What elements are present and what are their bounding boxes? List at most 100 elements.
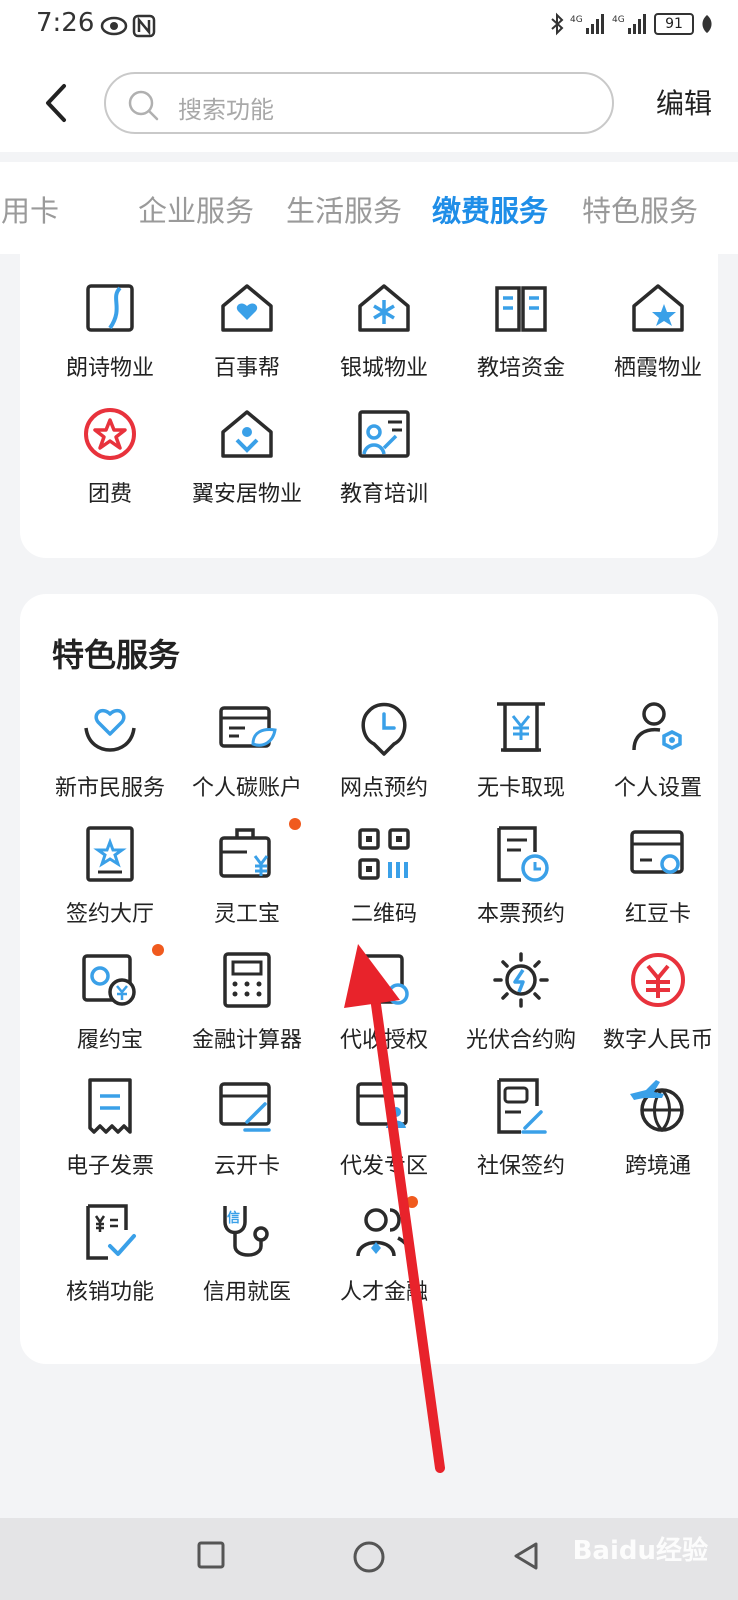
item-label: 代收授权 [339, 1028, 428, 1053]
category-tabs: 信用卡 企业服务 生活服务 缴费服务 特色服务 [0, 162, 738, 254]
service-item-lvyuebao[interactable]: 履约宝 [40, 944, 180, 1076]
tab-life[interactable]: 生活服务 [286, 188, 402, 230]
digital-rmb-icon [631, 953, 685, 1007]
status-right-icons: 4G 4G 91 [550, 12, 714, 36]
heart-house-icon [221, 284, 273, 332]
tab-enterprise[interactable]: 企业服务 [138, 188, 254, 230]
item-label: 社保签约 [476, 1154, 565, 1179]
item-label: 朗诗物业 [65, 356, 154, 381]
notification-dot [152, 944, 164, 956]
tab-credit-card[interactable]: 信用卡 [0, 188, 59, 230]
back-nav-icon[interactable] [510, 1540, 542, 1572]
service-item-carbon[interactable]: 个人碳账户 [177, 698, 317, 824]
service-item-writeoff[interactable]: 核销功能 [40, 1202, 180, 1328]
service-item-yianju[interactable]: 翼安居物业 [177, 404, 317, 530]
status-left-icons [100, 12, 160, 44]
service-item-tuanfei[interactable]: 团费 [40, 404, 180, 530]
search-input[interactable]: 搜索功能 [104, 72, 614, 134]
service-item-social-security[interactable]: 社保签约 [451, 1076, 591, 1202]
item-label: 网点预约 [339, 776, 428, 801]
service-item-new-citizen[interactable]: 新市民服务 [40, 698, 180, 824]
service-item-payroll[interactable]: 代发专区 [314, 1076, 454, 1202]
item-label: 二维码 [350, 902, 417, 927]
item-label: 栖霞物业 [613, 356, 702, 381]
svg-text:4G: 4G [570, 15, 583, 25]
service-item-ecny[interactable]: 数字人民币 [588, 950, 728, 1076]
payment-services-card: 朗诗物业 百事帮 银城物业 教培资金 栖霞物业 团费 翼安居物业 教育培训 [20, 248, 718, 558]
calculator-icon [223, 952, 271, 1008]
item-label: 人才金融 [339, 1280, 428, 1305]
item-label: 电子发票 [65, 1154, 154, 1179]
service-item-solar[interactable]: 光伏合约购 [451, 950, 591, 1076]
status-time: 7:26 [36, 8, 95, 38]
service-item-langshi[interactable]: 朗诗物业 [40, 278, 180, 404]
service-item-e-invoice[interactable]: 电子发票 [40, 1076, 180, 1202]
tab-special[interactable]: 特色服务 [582, 188, 698, 230]
item-label: 信用就医 [202, 1280, 291, 1305]
item-label: 百事帮 [213, 356, 280, 381]
service-item-baishibang[interactable]: 百事帮 [177, 278, 317, 404]
service-item-qrcode[interactable]: 二维码 [314, 824, 454, 950]
item-label: 核销功能 [65, 1280, 154, 1305]
service-item-education[interactable]: 教育培训 [314, 404, 454, 530]
tab-payment[interactable]: 缴费服务 [432, 188, 548, 230]
edit-button[interactable]: 编辑 [656, 82, 712, 122]
battery-indicator: 91 [654, 13, 694, 35]
stethoscope-icon: 信 [223, 1206, 269, 1257]
item-label: 银城物业 [339, 356, 428, 381]
sun-bolt-icon [493, 952, 549, 1008]
snowflake-house-icon [358, 284, 410, 332]
person-house-icon [221, 410, 273, 458]
item-label: 光伏合约购 [465, 1028, 576, 1053]
service-item-collection-auth[interactable]: 代收授权 [314, 950, 454, 1076]
service-item-cashier-check[interactable]: 本票预约 [451, 824, 591, 950]
item-label: 跨境通 [624, 1154, 691, 1179]
atm-icon [497, 702, 545, 752]
service-item-cross-border[interactable]: 跨境通 [588, 1076, 728, 1202]
item-label: 代发专区 [339, 1154, 428, 1179]
service-item-jiaopei[interactable]: 教培资金 [451, 278, 591, 404]
card-pen-icon [219, 1082, 271, 1132]
people-icon [356, 1208, 412, 1257]
service-item-branch-booking[interactable]: 网点预约 [314, 698, 454, 824]
property-icon [86, 284, 134, 332]
service-item-yincheng[interactable]: 银城物业 [314, 278, 454, 404]
service-item-cloud-card[interactable]: 云开卡 [177, 1076, 317, 1202]
card-icon [630, 830, 684, 874]
item-label: 翼安居物业 [191, 482, 302, 507]
recent-apps-icon[interactable] [196, 1540, 226, 1570]
item-label: 本票预约 [476, 902, 565, 927]
service-item-contract-hall[interactable]: 签约大厅 [40, 824, 180, 950]
item-label: 签约大厅 [65, 902, 154, 927]
user-gear-icon [632, 702, 682, 751]
signal-icon: 4G [570, 14, 604, 34]
book-icon [495, 286, 547, 332]
service-item-cardless[interactable]: 无卡取现 [451, 698, 591, 824]
service-item-personal-settings[interactable]: 个人设置 [588, 698, 728, 824]
svg-text:信: 信 [227, 1210, 240, 1226]
leaf-icon [702, 15, 712, 33]
bluetooth-icon [551, 12, 564, 36]
item-label: 团费 [87, 482, 132, 507]
teacher-board-icon [358, 410, 410, 458]
notification-dot [289, 818, 301, 830]
item-label: 个人碳账户 [191, 776, 302, 801]
service-item-hongdou-card[interactable]: 红豆卡 [588, 824, 728, 950]
section-title: 特色服务 [52, 636, 181, 674]
home-icon[interactable] [352, 1540, 386, 1574]
item-label: 个人设置 [613, 776, 702, 801]
watermark: Baidu经验 [572, 1536, 708, 1566]
back-button[interactable] [36, 78, 76, 128]
item-label: 履约宝 [76, 1028, 143, 1053]
service-item-linggongbao[interactable]: 灵工宝 [177, 818, 317, 950]
service-item-credit-medical[interactable]: 信 信用就医 [177, 1202, 317, 1328]
service-item-qixia[interactable]: 栖霞物业 [588, 278, 728, 404]
leaf-card-icon [219, 706, 277, 748]
service-item-calculator[interactable]: 金融计算器 [177, 950, 317, 1076]
search-placeholder: 搜索功能 [178, 96, 274, 124]
service-item-talent-finance[interactable]: 人才金融 [314, 1196, 454, 1328]
contract-star-icon [86, 826, 134, 882]
item-label: 云开卡 [213, 1154, 280, 1179]
receipt-icon [88, 1078, 132, 1134]
heart-hands-icon [84, 709, 136, 752]
